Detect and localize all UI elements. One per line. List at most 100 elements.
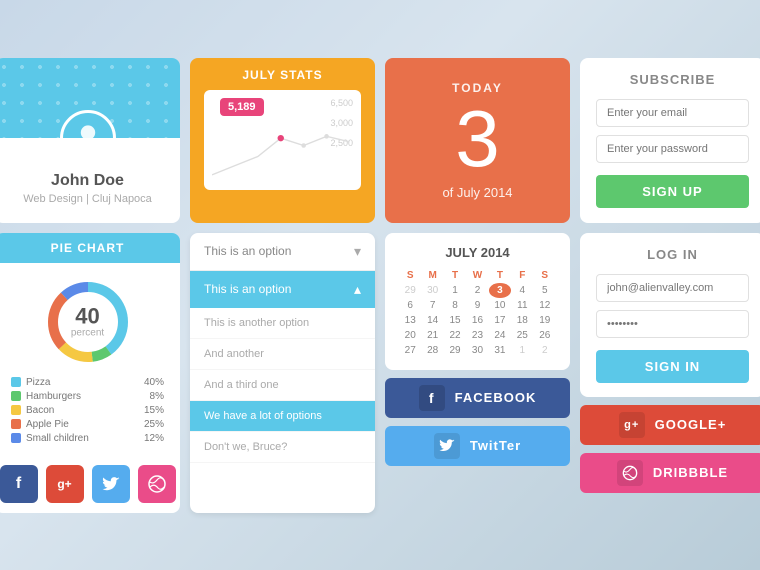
cal-day: 19 [534,313,556,328]
twitter-wide-label: TwitTer [470,438,521,453]
google-plus-wide-button[interactable]: g+ GOOGLE+ [580,405,760,445]
dropdown-open: This is an option This is another option… [190,271,375,463]
dribbble-icon-button[interactable] [138,465,176,503]
dropdown-option-3[interactable]: And a third one [190,370,375,401]
cal-day: 21 [421,328,443,343]
cal-header-mon: M [421,268,443,283]
user-icon [70,120,106,138]
twitter-bird-icon [102,477,120,491]
cal-day: 13 [399,313,421,328]
stats-chart-area: 5,189 6,500 3,000 2,500 [204,90,361,190]
twitter-wide-icon [434,433,460,459]
cal-header-thu: T [489,268,511,283]
legend-pct-bacon: 15% [144,405,164,416]
profile-info: John Doe Web Design | Cluj Napoca [23,172,152,223]
dropdown-option-5[interactable]: Don't we, Bruce? [190,432,375,463]
cal-day: 18 [511,313,533,328]
cal-day: 31 [489,343,511,358]
piechart-card: PIE CHART 40 [0,233,180,513]
cal-header-sat: S [534,268,556,283]
profile-subtitle: Web Design | Cluj Napoca [23,193,152,205]
login-email-input[interactable] [596,274,749,302]
cal-day: 25 [511,328,533,343]
sign-up-button[interactable]: SIGN UP [596,175,749,208]
facebook-wide-icon: f [419,385,445,411]
legend-pct-smallchildren: 12% [144,433,164,444]
chart-legend: Pizza 40% Hamburgers 8% Bacon [7,377,168,447]
cal-day: 29 [399,283,421,298]
cal-day: 16 [466,313,488,328]
subscribe-email-input[interactable] [596,99,749,127]
dribbble-wide-ball-icon [622,465,638,481]
dropdown-closed[interactable]: This is an option [190,233,375,271]
dribbble-wide-label: DRIBBBLE [653,465,728,480]
dribbble-ball-icon [148,475,166,493]
cal-header-tue: T [444,268,466,283]
sign-in-button[interactable]: SIGN IN [596,350,749,383]
legend-pct-hamburgers: 8% [150,391,164,402]
donut-number: 40 [71,305,104,327]
cal-day: 14 [421,313,443,328]
legend-label-applepie: Apple Pie [26,419,69,430]
dropdown-option-4[interactable]: We have a lot of options [190,401,375,432]
dropdown-option-1[interactable]: This is another option [190,308,375,339]
cal-day: 10 [489,298,511,313]
stats-card: JULY STATS 5,189 6,500 3,000 2,500 [190,58,375,223]
cal-day: 4 [511,283,533,298]
cal-day: 11 [511,298,533,313]
chevron-down-icon [354,243,361,260]
cal-day: 2 [466,283,488,298]
donut-center: 40 percent [71,305,104,338]
legend-item-hamburgers: Hamburgers 8% [11,391,164,402]
legend-pct-applepie: 25% [144,419,164,430]
profile-name: John Doe [23,172,152,190]
profile-header [0,58,180,138]
today-label: TODAY [452,81,503,95]
today-number: 3 [455,99,500,179]
dropdown-option-2[interactable]: And another [190,339,375,370]
dribbble-wide-button[interactable]: DRIBBBLE [580,453,760,493]
cal-day: 29 [444,343,466,358]
cal-day: 15 [444,313,466,328]
donut-chart: 40 percent [43,277,133,367]
today-card: TODAY 3 of July 2014 [385,58,570,223]
piechart-body: 40 percent Pizza 40% Hamburgers [0,263,180,513]
chevron-up-icon [354,281,361,298]
social-icons-row: f g+ [0,457,176,503]
avatar [60,110,116,138]
subscribe-password-input[interactable] [596,135,749,163]
calendar-title: JULY 2014 [399,245,556,260]
legend-dot-smallchildren [11,433,21,443]
legend-label-hamburgers: Hamburgers [26,391,81,402]
twitter-wide-bird-icon [439,439,455,452]
legend-item-applepie: Apple Pie 25% [11,419,164,430]
google-plus-wide-label: GOOGLE+ [655,417,727,432]
cal-day: 6 [399,298,421,313]
legend-dot-bacon [11,405,21,415]
calendar-social-column: JULY 2014 S M T W T F S 29 [385,233,570,513]
cal-day: 20 [399,328,421,343]
stats-label-2: 3,000 [330,118,353,128]
twitter-icon-button[interactable] [92,465,130,503]
cal-day: 30 [466,343,488,358]
dribbble-wide-icon [617,460,643,486]
facebook-icon-button[interactable]: f [0,465,38,503]
dropdown-open-text: This is an option [204,282,291,296]
cal-day: 30 [421,283,443,298]
google-plus-icon-button[interactable]: g+ [46,465,84,503]
legend-item-bacon: Bacon 15% [11,405,164,416]
dropdown-open-header[interactable]: This is an option [190,271,375,308]
login-password-input[interactable] [596,310,749,338]
google-plus-wide-icon: g+ [619,412,645,438]
cal-day: 1 [511,343,533,358]
legend-label-bacon: Bacon [26,405,54,416]
legend-dot-pizza [11,377,21,387]
cal-today: 3 [489,283,511,298]
cal-day: 5 [534,283,556,298]
subscribe-card: SUBSCRIBE SIGN UP [580,58,760,223]
cal-day: 27 [399,343,421,358]
facebook-wide-button[interactable]: f FACEBOOK [385,378,570,418]
login-title: LOG IN [596,247,749,262]
stats-chart-svg [212,129,350,184]
twitter-wide-button[interactable]: TwitTer [385,426,570,466]
